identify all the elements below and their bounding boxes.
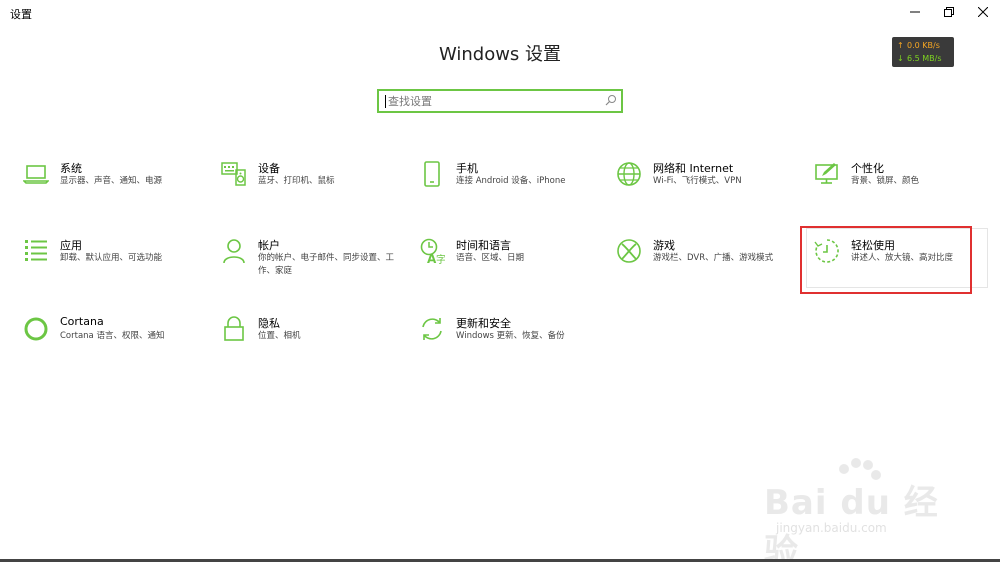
xbox-icon bbox=[615, 237, 643, 265]
item-title: 时间和语言 bbox=[456, 239, 511, 252]
cortana-icon bbox=[22, 315, 50, 343]
settings-item-network[interactable]: 网络和 Internet Wi-Fi、飞行模式、VPN bbox=[615, 160, 795, 208]
item-title: 设备 bbox=[258, 162, 280, 175]
baidu-watermark: Bai du 经验 jingyan.baidu.com bbox=[760, 455, 960, 562]
item-title: 手机 bbox=[456, 162, 478, 175]
keyboard-speaker-icon bbox=[220, 160, 248, 188]
item-description: Wi-Fi、飞行模式、VPN bbox=[653, 176, 742, 186]
item-title: 更新和安全 bbox=[456, 317, 511, 330]
monitor-pen-icon bbox=[813, 160, 841, 188]
sync-icon bbox=[418, 315, 446, 343]
item-description: Windows 更新、恢复、备份 bbox=[456, 331, 565, 341]
minimize-button[interactable] bbox=[898, 0, 932, 24]
settings-item-phone[interactable]: 手机 连接 Android 设备、iPhone bbox=[418, 160, 598, 208]
item-title: Cortana bbox=[60, 315, 104, 328]
item-description: Cortana 语言、权限、通知 bbox=[60, 331, 165, 341]
close-icon bbox=[978, 7, 988, 17]
item-title: 应用 bbox=[60, 239, 82, 252]
item-description: 语音、区域、日期 bbox=[456, 253, 525, 263]
item-title: 系统 bbox=[60, 162, 82, 175]
settings-item-devices[interactable]: 设备 蓝牙、打印机、鼠标 bbox=[220, 160, 400, 208]
restore-button[interactable] bbox=[932, 0, 966, 24]
settings-item-accounts[interactable]: 帐户 你的帐户、电子邮件、同步设置、工作、家庭 bbox=[220, 237, 400, 285]
app-title: 设置 bbox=[10, 8, 32, 21]
item-description: 连接 Android 设备、iPhone bbox=[456, 176, 566, 186]
item-description: 你的帐户、电子邮件、同步设置、工作、家庭 bbox=[258, 253, 395, 276]
search-input[interactable] bbox=[388, 93, 598, 110]
item-description: 卸载、默认应用、可选功能 bbox=[60, 253, 163, 263]
app-list-icon bbox=[22, 237, 50, 265]
watermark-brand: Bai du 经验 bbox=[764, 483, 939, 562]
search-box[interactable] bbox=[377, 89, 623, 113]
svg-text:字: 字 bbox=[436, 253, 445, 264]
item-title: 网络和 Internet bbox=[653, 162, 734, 175]
settings-item-gaming[interactable]: 游戏 游戏栏、DVR、广播、游戏模式 bbox=[615, 237, 795, 285]
item-description: 背景、锁屏、颜色 bbox=[851, 176, 920, 186]
highlight-annotation-box bbox=[800, 226, 972, 294]
person-icon bbox=[220, 237, 248, 265]
phone-icon bbox=[418, 160, 446, 188]
lock-icon bbox=[220, 315, 248, 343]
settings-item-personalization[interactable]: 个性化 背景、锁屏、颜色 bbox=[813, 160, 993, 208]
item-description: 位置、相机 bbox=[258, 331, 301, 341]
item-description: 蓝牙、打印机、鼠标 bbox=[258, 176, 335, 186]
text-caret bbox=[385, 95, 386, 108]
item-title: 帐户 bbox=[258, 239, 280, 252]
settings-item-cortana[interactable]: Cortana Cortana 语言、权限、通知 bbox=[22, 315, 202, 363]
laptop-icon bbox=[22, 160, 50, 188]
settings-item-privacy[interactable]: 隐私 位置、相机 bbox=[220, 315, 400, 363]
close-button[interactable] bbox=[966, 0, 1000, 24]
item-title: 个性化 bbox=[851, 162, 884, 175]
item-description: 显示器、声音、通知、电源 bbox=[60, 176, 163, 186]
clock-language-icon: A字 bbox=[418, 237, 446, 265]
minimize-icon bbox=[910, 11, 920, 13]
search-icon[interactable] bbox=[605, 94, 617, 106]
page-title: Windows 设置 bbox=[438, 44, 562, 65]
watermark-url: jingyan.baidu.com bbox=[776, 521, 887, 535]
globe-icon bbox=[615, 160, 643, 188]
restore-icon bbox=[944, 7, 954, 17]
item-title: 游戏 bbox=[653, 239, 675, 252]
settings-item-system[interactable]: 系统 显示器、声音、通知、电源 bbox=[22, 160, 202, 208]
item-title: 隐私 bbox=[258, 317, 280, 330]
settings-item-apps[interactable]: 应用 卸载、默认应用、可选功能 bbox=[22, 237, 202, 285]
settings-item-time-language[interactable]: A字 时间和语言 语音、区域、日期 bbox=[418, 237, 598, 285]
settings-item-update-security[interactable]: 更新和安全 Windows 更新、恢复、备份 bbox=[418, 315, 598, 363]
item-description: 游戏栏、DVR、广播、游戏模式 bbox=[653, 253, 774, 263]
